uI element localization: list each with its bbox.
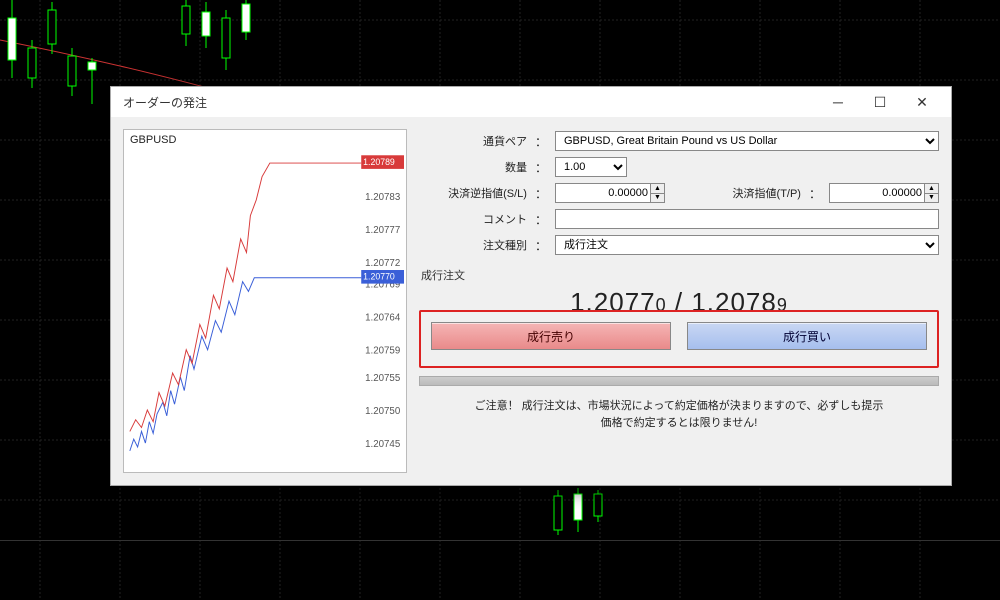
svg-text:1.20755: 1.20755: [365, 373, 400, 384]
disclaimer-text: ご注意！ 成行注文は、市場状況によって約定価格が決まりますので、必ずしも提示 価…: [419, 398, 939, 431]
order-type-select[interactable]: 成行注文: [555, 235, 939, 255]
minimize-button[interactable]: ─: [817, 88, 859, 116]
progress-bar: [419, 376, 939, 386]
sl-spinner[interactable]: ▲▼: [650, 184, 664, 202]
buy-button[interactable]: 成行買い: [687, 322, 927, 350]
sell-button[interactable]: 成行売り: [431, 322, 671, 350]
svg-text:1.20789: 1.20789: [363, 157, 395, 167]
trade-button-row: 成行売り 成行買い: [419, 310, 939, 368]
order-dialog: オーダーの発注 ─ ☐ ✕ GBPUSD 1.20788 1.20783 1.2…: [110, 86, 952, 486]
svg-text:1.20777: 1.20777: [365, 225, 400, 236]
tp-label: 決済指値(T/P): [693, 185, 801, 201]
qty-select[interactable]: 1.00: [555, 157, 627, 177]
tick-chart-panel: GBPUSD 1.20788 1.20783 1.20777 1.20772 1…: [123, 129, 407, 473]
order-form: 通貨ペア ： GBPUSD, Great Britain Pound vs US…: [419, 129, 939, 473]
sl-input[interactable]: [555, 183, 665, 203]
dialog-title: オーダーの発注: [123, 94, 817, 111]
qty-label: 数量: [419, 159, 527, 175]
pair-label: 通貨ペア: [419, 133, 527, 149]
pair-select[interactable]: GBPUSD, Great Britain Pound vs US Dollar: [555, 131, 939, 151]
svg-text:1.20770: 1.20770: [363, 272, 395, 282]
svg-text:1.20772: 1.20772: [365, 258, 400, 269]
svg-text:1.20759: 1.20759: [365, 346, 400, 357]
comment-label: コメント: [419, 211, 527, 227]
type-label: 注文種別: [419, 237, 527, 253]
titlebar[interactable]: オーダーの発注 ─ ☐ ✕: [111, 87, 951, 117]
tp-input[interactable]: [829, 183, 939, 203]
sl-label: 決済逆指値(S/L): [419, 185, 527, 201]
maximize-button[interactable]: ☐: [859, 88, 901, 116]
svg-text:1.20745: 1.20745: [365, 439, 400, 450]
comment-input[interactable]: [555, 209, 939, 229]
close-button[interactable]: ✕: [901, 88, 943, 116]
svg-text:1.20783: 1.20783: [365, 192, 400, 203]
svg-text:1.20750: 1.20750: [365, 406, 401, 417]
tp-spinner[interactable]: ▲▼: [924, 184, 938, 202]
svg-text:1.20764: 1.20764: [365, 313, 401, 324]
market-section-label: 成行注文: [421, 267, 939, 283]
